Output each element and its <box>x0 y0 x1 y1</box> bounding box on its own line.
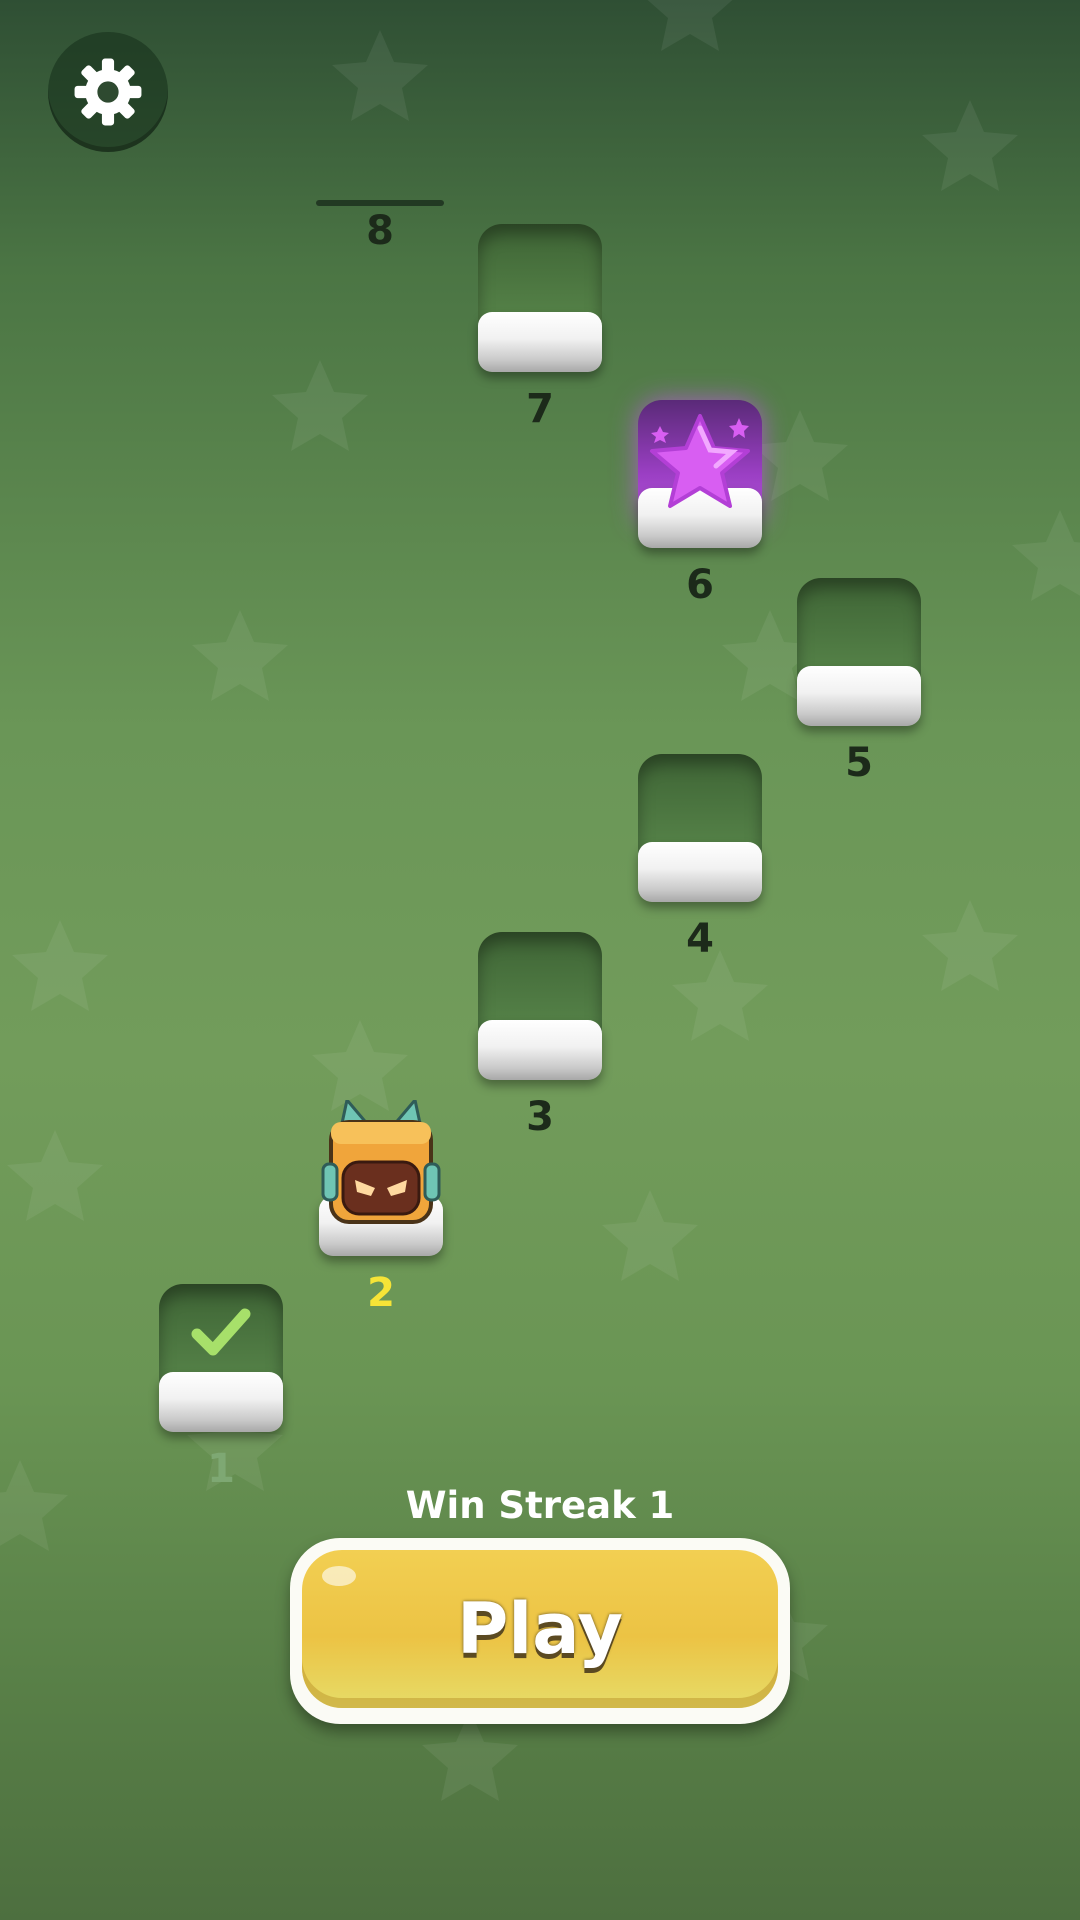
play-button-face: Play <box>302 1550 778 1708</box>
level-plate <box>797 666 921 726</box>
settings-button[interactable] <box>48 32 168 152</box>
gear-icon <box>74 58 142 126</box>
checkmark-icon <box>191 1308 251 1356</box>
play-button-shine <box>322 1566 356 1586</box>
level-plate <box>478 312 602 372</box>
level-plate <box>159 1372 283 1432</box>
level-number-2: 2 <box>367 1270 395 1316</box>
level-number-3: 3 <box>526 1094 554 1140</box>
level-node-2[interactable]: 2 <box>319 1100 443 1316</box>
level-node-3[interactable]: 3 <box>478 932 602 1140</box>
play-button[interactable]: Play <box>290 1538 790 1724</box>
level-number-6: 6 <box>686 562 714 608</box>
level-node-7[interactable]: 7 <box>478 224 602 432</box>
level-number-8: 8 <box>366 208 394 254</box>
level-number-7: 7 <box>526 386 554 432</box>
level-plate <box>638 842 762 902</box>
level-node-6[interactable]: 6 <box>638 400 762 608</box>
level-plate <box>478 1020 602 1080</box>
play-button-label: Play <box>456 1588 623 1670</box>
robot-character-icon <box>321 1100 441 1224</box>
win-streak-label: Win Streak 1 <box>405 1484 675 1527</box>
level-number-4: 4 <box>686 916 714 962</box>
purple-star-icon <box>650 414 750 508</box>
level-number-5: 5 <box>845 740 873 786</box>
level-node-1[interactable]: 1 <box>159 1284 283 1492</box>
level-8-plate-edge <box>316 200 444 206</box>
level-node-4[interactable]: 4 <box>638 754 762 962</box>
level-node-5[interactable]: 5 <box>797 578 921 786</box>
level-node-8[interactable]: 8 <box>316 200 444 280</box>
